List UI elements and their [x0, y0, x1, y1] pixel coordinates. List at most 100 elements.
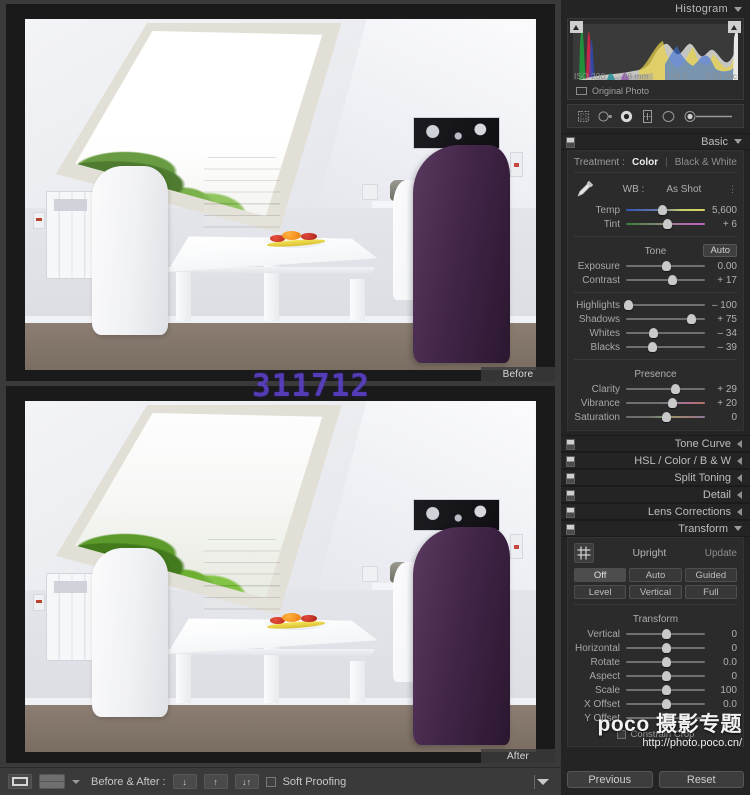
chevron-left-icon[interactable] — [737, 473, 742, 482]
reset-button[interactable]: Reset — [658, 771, 744, 788]
original-photo-toggle[interactable]: Original Photo — [576, 86, 649, 96]
clarity-slider-row[interactable]: Clarity + 29 — [574, 382, 737, 396]
whites-slider-knob[interactable] — [648, 328, 658, 338]
treatment-bw-option[interactable]: Black & White — [675, 157, 737, 168]
scale-slider-row[interactable]: Scale 100 — [574, 683, 737, 697]
lens-corrections-panel-header[interactable]: Lens Corrections — [561, 503, 750, 520]
aspect-slider-knob[interactable] — [661, 671, 671, 681]
vertical-slider-row[interactable]: Vertical 0 — [574, 627, 737, 641]
chevron-down-icon[interactable] — [72, 779, 80, 784]
eyedropper-icon[interactable] — [574, 178, 596, 200]
treatment-color-option[interactable]: Color — [632, 157, 658, 168]
graduated-filter-tool[interactable] — [640, 109, 655, 124]
panel-switch-icon[interactable] — [566, 439, 575, 450]
contrast-value[interactable]: + 17 — [705, 275, 737, 286]
blacks-slider-row[interactable]: Blacks – 39 — [574, 340, 737, 354]
rotate-slider-track[interactable] — [626, 656, 705, 668]
temp-slider-track[interactable] — [626, 204, 705, 216]
rotate-slider-row[interactable]: Rotate 0.0 — [574, 655, 737, 669]
chevron-left-icon[interactable] — [737, 507, 742, 516]
copy-after-to-before-button[interactable]: ↓ — [172, 774, 197, 789]
tint-slider-knob[interactable] — [663, 219, 673, 229]
chevron-down-icon[interactable] — [734, 6, 742, 12]
aspect-slider-track[interactable] — [626, 670, 705, 682]
tone-curve-panel-header[interactable]: Tone Curve — [561, 435, 750, 452]
saturation-slider-track[interactable] — [626, 411, 705, 423]
scale-slider-track[interactable] — [626, 684, 705, 696]
x-offset-value[interactable]: 0.0 — [705, 699, 737, 710]
y-offset-value[interactable]: 0.0 — [705, 713, 737, 724]
x-offset-slider-knob[interactable] — [661, 699, 671, 709]
spot-removal-tool[interactable] — [597, 109, 613, 124]
panel-switch-icon[interactable] — [566, 524, 575, 535]
wb-dropdown-icon[interactable]: ⋮ — [728, 184, 737, 195]
vertical-value[interactable]: 0 — [705, 629, 737, 640]
chevron-down-icon[interactable] — [734, 526, 742, 531]
red-eye-correction-tool[interactable] — [619, 109, 634, 124]
tint-slider-row[interactable]: Tint + 6 — [574, 217, 737, 231]
auto-tone-button[interactable]: Auto — [703, 244, 737, 257]
crop-overlay-tool[interactable] — [576, 109, 591, 124]
vibrance-slider-knob[interactable] — [667, 398, 677, 408]
soft-proofing-checkbox[interactable] — [265, 776, 276, 787]
upright-full-button[interactable]: Full — [684, 585, 737, 599]
transform-panel-header[interactable]: Transform — [561, 520, 750, 537]
y-offset-slider-track[interactable] — [626, 712, 705, 724]
horizontal-slider-track[interactable] — [626, 642, 705, 654]
panel-switch-icon[interactable] — [566, 490, 575, 501]
blacks-slider-track[interactable] — [626, 341, 705, 353]
rotate-value[interactable]: 0.0 — [705, 657, 737, 668]
copy-before-to-after-button[interactable]: ↑ — [203, 774, 228, 789]
panel-switch-icon[interactable] — [566, 507, 575, 518]
panel-switch-icon[interactable] — [566, 473, 575, 484]
aspect-slider-row[interactable]: Aspect 0 — [574, 669, 737, 683]
vibrance-value[interactable]: + 20 — [705, 398, 737, 409]
contrast-slider-row[interactable]: Contrast + 17 — [574, 273, 737, 287]
highlights-slider-row[interactable]: Highlights – 100 — [574, 298, 737, 312]
split-toning-panel-header[interactable]: Split Toning — [561, 469, 750, 486]
before-after-split-icon[interactable] — [39, 774, 65, 789]
upright-vertical-button[interactable]: Vertical — [629, 585, 682, 599]
temp-slider-row[interactable]: Temp 5,600 — [574, 203, 737, 217]
toolbar-chevron-down-icon[interactable] — [537, 778, 549, 785]
blacks-value[interactable]: – 39 — [705, 342, 737, 353]
horizontal-value[interactable]: 0 — [705, 643, 737, 654]
shadows-slider-track[interactable] — [626, 313, 705, 325]
constrain-crop-checkbox[interactable] — [616, 730, 626, 739]
horizontal-slider-row[interactable]: Horizontal 0 — [574, 641, 737, 655]
chevron-left-icon[interactable] — [737, 439, 742, 448]
exposure-slider-track[interactable] — [626, 260, 705, 272]
panel-switch-icon[interactable] — [566, 456, 575, 467]
upright-auto-button[interactable]: Auto — [629, 568, 682, 582]
histogram-header[interactable]: Histogram — [561, 0, 750, 18]
highlights-slider-knob[interactable] — [624, 300, 634, 310]
whites-slider-row[interactable]: Whites – 34 — [574, 326, 737, 340]
detail-panel-header[interactable]: Detail — [561, 486, 750, 503]
highlights-slider-track[interactable] — [624, 299, 705, 311]
shadow-clipping-triangle-icon[interactable] — [570, 21, 583, 33]
vertical-slider-track[interactable] — [626, 628, 705, 640]
highlight-clipping-triangle-icon[interactable] — [728, 21, 741, 33]
upright-level-button[interactable]: Level — [574, 585, 627, 599]
scale-slider-knob[interactable] — [661, 685, 671, 695]
loupe-view-icon[interactable] — [8, 774, 32, 789]
tint-value[interactable]: + 6 — [705, 219, 737, 230]
saturation-slider-knob[interactable] — [661, 412, 671, 422]
basic-panel-header[interactable]: Basic — [561, 133, 750, 150]
clarity-slider-track[interactable] — [626, 383, 705, 395]
x-offset-slider-track[interactable] — [626, 698, 705, 710]
saturation-slider-row[interactable]: Saturation 0 — [574, 410, 737, 424]
histogram-panel[interactable]: ISO 200 18 mm f / 8.0 1/30 sec Original … — [567, 18, 744, 100]
shadows-slider-knob[interactable] — [686, 314, 696, 324]
after-preview-pane[interactable]: After — [6, 386, 555, 763]
contrast-slider-track[interactable] — [626, 274, 705, 286]
scale-value[interactable]: 100 — [705, 685, 737, 696]
clarity-slider-knob[interactable] — [670, 384, 680, 394]
chevron-left-icon[interactable] — [737, 456, 742, 465]
vibrance-slider-row[interactable]: Vibrance + 20 — [574, 396, 737, 410]
upright-update-button[interactable]: Update — [705, 548, 737, 559]
upright-grid-icon[interactable] — [574, 543, 594, 563]
upright-off-button[interactable]: Off — [574, 568, 627, 582]
whites-value[interactable]: – 34 — [705, 328, 737, 339]
shadows-slider-row[interactable]: Shadows + 75 — [574, 312, 737, 326]
